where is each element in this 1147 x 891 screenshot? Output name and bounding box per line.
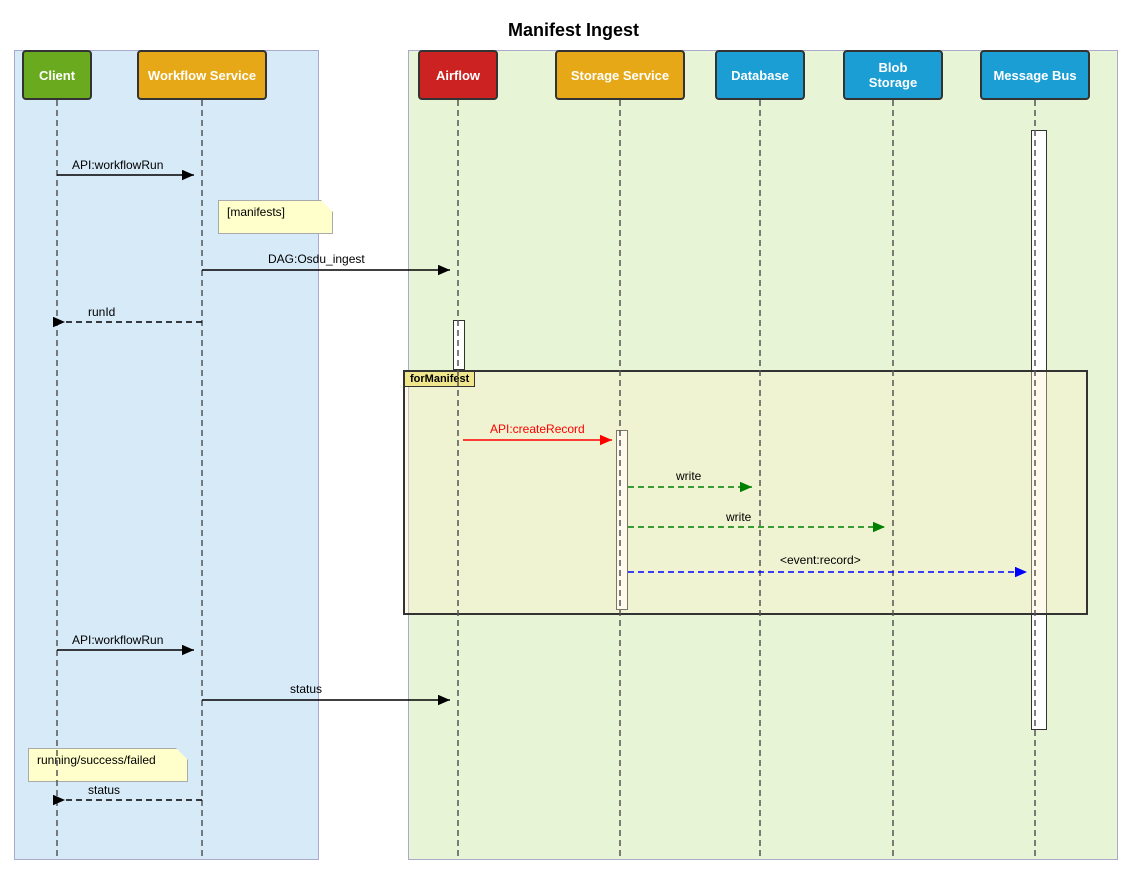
label-api-workflow-run-2: API:workflowRun <box>72 633 163 647</box>
label-write-blob: write <box>726 510 751 524</box>
actor-airflow: Airflow <box>418 50 498 100</box>
label-run-id: runId <box>88 305 115 319</box>
actor-msgbus: Message Bus <box>980 50 1090 100</box>
label-write-db: write <box>676 469 701 483</box>
label-dag-osdu-ingest: DAG:Osdu_ingest <box>268 252 365 266</box>
actor-workflow: Workflow Service <box>137 50 267 100</box>
label-api-create-record: API:createRecord <box>490 422 585 436</box>
note-status: running/success/failed <box>28 748 188 782</box>
actor-client: Client <box>22 50 92 100</box>
activation-airflow <box>453 320 465 370</box>
diagram: Manifest Ingest Client Workflow Service … <box>0 0 1147 891</box>
frame-label: forManifest <box>404 371 475 387</box>
label-api-workflow-run-1: API:workflowRun <box>72 158 163 172</box>
for-manifest-frame: forManifest <box>403 370 1088 615</box>
label-event-record: <event:record> <box>780 553 861 567</box>
label-status-req: status <box>290 682 322 696</box>
actor-storage: Storage Service <box>555 50 685 100</box>
note-manifests: [manifests] <box>218 200 333 234</box>
actor-blob: Blob Storage <box>843 50 943 100</box>
actor-database: Database <box>715 50 805 100</box>
page-title: Manifest Ingest <box>0 8 1147 41</box>
label-status-resp: status <box>88 783 120 797</box>
lifeline-bg-left <box>14 50 319 860</box>
